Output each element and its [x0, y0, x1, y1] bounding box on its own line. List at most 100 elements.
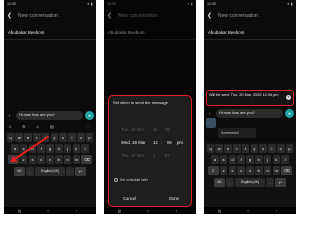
- key[interactable]: p: [85, 133, 94, 142]
- home-icon[interactable]: ○: [47, 208, 49, 213]
- picker-row[interactable]: Thu, 20 Mar 1 07: [109, 152, 191, 160]
- key[interactable]: b: [54, 155, 63, 165]
- key[interactable]: j: [263, 155, 272, 165]
- key[interactable]: x: [28, 155, 37, 165]
- key[interactable]: e: [224, 144, 232, 153]
- key[interactable]: l: [281, 155, 289, 165]
- symbols-key[interactable]: !#1: [14, 166, 26, 176]
- comma-key[interactable]: ,: [226, 177, 234, 187]
- attachment-chip[interactable]: Screenshot: [218, 128, 256, 138]
- key[interactable]: l: [81, 144, 89, 154]
- key[interactable]: z: [219, 166, 228, 176]
- key[interactable]: w: [215, 144, 224, 153]
- radio-icon[interactable]: [114, 178, 118, 182]
- key[interactable]: q: [206, 144, 215, 153]
- home-icon[interactable]: ○: [247, 208, 249, 213]
- key[interactable]: o: [276, 144, 285, 153]
- symbols-key[interactable]: !#1: [214, 177, 226, 187]
- comma-key[interactable]: ,: [26, 166, 34, 176]
- send-button[interactable]: ➤: [285, 109, 294, 118]
- period-key[interactable]: .: [66, 166, 74, 176]
- expand-icon[interactable]: ›: [6, 111, 13, 120]
- key[interactable]: u: [59, 133, 67, 142]
- key[interactable]: m: [272, 166, 281, 176]
- key[interactable]: o: [76, 133, 85, 142]
- settings-icon[interactable]: ⚙: [22, 124, 26, 129]
- close-icon[interactable]: ×: [286, 95, 291, 100]
- back-arrow-icon[interactable]: ❮: [7, 12, 15, 20]
- back-nav-icon[interactable]: ‹: [76, 208, 77, 213]
- key[interactable]: v: [246, 166, 254, 176]
- key[interactable]: j: [63, 144, 72, 154]
- back-arrow-icon[interactable]: ❮: [207, 12, 215, 20]
- period-key[interactable]: .: [266, 177, 274, 187]
- key[interactable]: d: [228, 155, 237, 165]
- home-icon[interactable]: ○: [147, 208, 149, 213]
- phone-screen-schedule-dialog: 12:00 ▾ ▮ ❮ New conversation Abubakar Be…: [104, 0, 196, 214]
- space-key[interactable]: English (UK): [35, 166, 65, 176]
- key[interactable]: x: [228, 166, 237, 176]
- mic-icon[interactable]: ♫: [36, 124, 39, 129]
- key[interactable]: k: [272, 155, 281, 165]
- recents-icon[interactable]: |||: [18, 208, 21, 213]
- key[interactable]: e: [24, 133, 32, 142]
- key[interactable]: a: [211, 155, 219, 165]
- key[interactable]: c: [37, 155, 46, 165]
- key[interactable]: n: [63, 155, 72, 165]
- key[interactable]: h: [54, 144, 63, 154]
- key[interactable]: u: [259, 144, 267, 153]
- key[interactable]: f: [37, 144, 46, 154]
- key[interactable]: g: [46, 144, 54, 154]
- send-button[interactable]: ➤: [85, 111, 94, 120]
- key[interactable]: w: [15, 133, 24, 142]
- space-key[interactable]: English (UK): [235, 177, 265, 187]
- recents-icon[interactable]: |||: [118, 208, 121, 213]
- key[interactable]: t: [241, 144, 250, 153]
- key[interactable]: y: [250, 144, 259, 153]
- more-icon[interactable]: ⋯: [86, 124, 90, 129]
- schedule-later-option[interactable]: Set schedule later: [114, 178, 148, 182]
- recents-icon[interactable]: |||: [218, 208, 221, 213]
- picker-row-selected[interactable]: Wed, 19 Mar 12 : 06 pm: [109, 139, 191, 147]
- key[interactable]: b: [254, 166, 263, 176]
- nav-bar: ||| ○ ‹: [4, 207, 96, 214]
- key[interactable]: c: [237, 166, 246, 176]
- recipient-name[interactable]: Abubakar Beebom: [208, 30, 244, 35]
- backspace-key[interactable]: ⌫: [81, 155, 93, 165]
- key[interactable]: g: [246, 155, 254, 165]
- cancel-button[interactable]: Cancel: [123, 196, 136, 201]
- key[interactable]: i: [68, 133, 76, 142]
- back-nav-icon[interactable]: ‹: [276, 208, 277, 213]
- key[interactable]: p: [285, 144, 294, 153]
- enter-key[interactable]: ↵: [274, 177, 286, 187]
- gif-icon[interactable]: ▤: [50, 124, 54, 129]
- shift-key[interactable]: ⇧: [207, 166, 219, 176]
- screenshot-thumbnail[interactable]: [206, 118, 216, 128]
- scheduled-banner: Will be sent: Thu, 20 Mar, 2025 12:06 pm…: [206, 90, 294, 106]
- key[interactable]: v: [46, 155, 54, 165]
- back-nav-icon[interactable]: ‹: [176, 208, 177, 213]
- key[interactable]: m: [72, 155, 81, 165]
- key[interactable]: a: [11, 144, 19, 154]
- enter-key[interactable]: ↵: [74, 166, 86, 176]
- status-bar: 12:00 ▾ ▮: [204, 2, 296, 8]
- message-input[interactable]: Hi man how are you?: [216, 109, 283, 118]
- expand-icon[interactable]: ›: [206, 109, 213, 118]
- key[interactable]: y: [50, 133, 59, 142]
- key[interactable]: k: [72, 144, 81, 154]
- key[interactable]: r: [233, 144, 241, 153]
- recipient-name[interactable]: Abubakar Beebom: [8, 30, 44, 35]
- key[interactable]: f: [237, 155, 246, 165]
- picker-hour: 11: [153, 127, 158, 132]
- key[interactable]: q: [6, 133, 15, 142]
- key[interactable]: i: [268, 144, 276, 153]
- key[interactable]: s: [219, 155, 228, 165]
- key[interactable]: n: [263, 166, 272, 176]
- emoji-icon[interactable]: ☺: [8, 124, 12, 129]
- key[interactable]: z: [19, 155, 28, 165]
- done-button[interactable]: Done: [169, 196, 179, 201]
- picker-row[interactable]: Tue, 18 Mar 11 05: [109, 126, 191, 134]
- key[interactable]: h: [254, 155, 263, 165]
- message-input[interactable]: Hi man how are you?: [16, 111, 83, 120]
- backspace-key[interactable]: ⌫: [281, 166, 293, 176]
